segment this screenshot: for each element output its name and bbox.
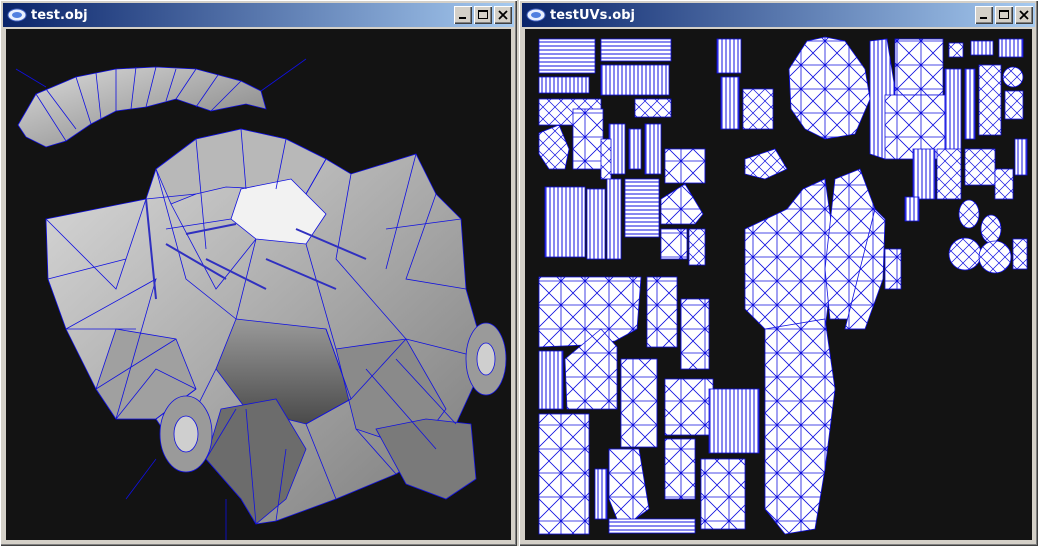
- app-icon: [7, 8, 27, 22]
- maximize-button[interactable]: [474, 6, 492, 24]
- maximize-icon: [478, 10, 488, 19]
- 3d-wireframe-model[interactable]: [6, 29, 511, 540]
- uv-islands: [538, 36, 1028, 535]
- uv-viewport[interactable]: [525, 29, 1032, 540]
- close-button[interactable]: [494, 6, 512, 24]
- close-icon: [498, 10, 508, 20]
- close-icon: [1019, 10, 1029, 20]
- minimize-button[interactable]: [454, 6, 472, 24]
- close-button[interactable]: [1015, 6, 1033, 24]
- window-title: test.obj: [31, 7, 88, 23]
- title-bar[interactable]: test.obj: [3, 3, 514, 27]
- model-part-body: [45, 128, 487, 525]
- uv-layout[interactable]: [525, 29, 1032, 540]
- minimize-icon: [980, 17, 987, 19]
- uv-window[interactable]: testUVs.obj: [519, 0, 1038, 546]
- title-bar[interactable]: testUVs.obj: [522, 3, 1035, 27]
- maximize-button[interactable]: [995, 6, 1013, 24]
- maximize-icon: [999, 10, 1009, 19]
- minimize-icon: [459, 17, 466, 19]
- minimize-button[interactable]: [975, 6, 993, 24]
- model-window[interactable]: test.obj: [0, 0, 517, 546]
- app-icon: [526, 8, 546, 22]
- window-title: testUVs.obj: [550, 7, 635, 23]
- 3d-viewport[interactable]: [6, 29, 511, 540]
